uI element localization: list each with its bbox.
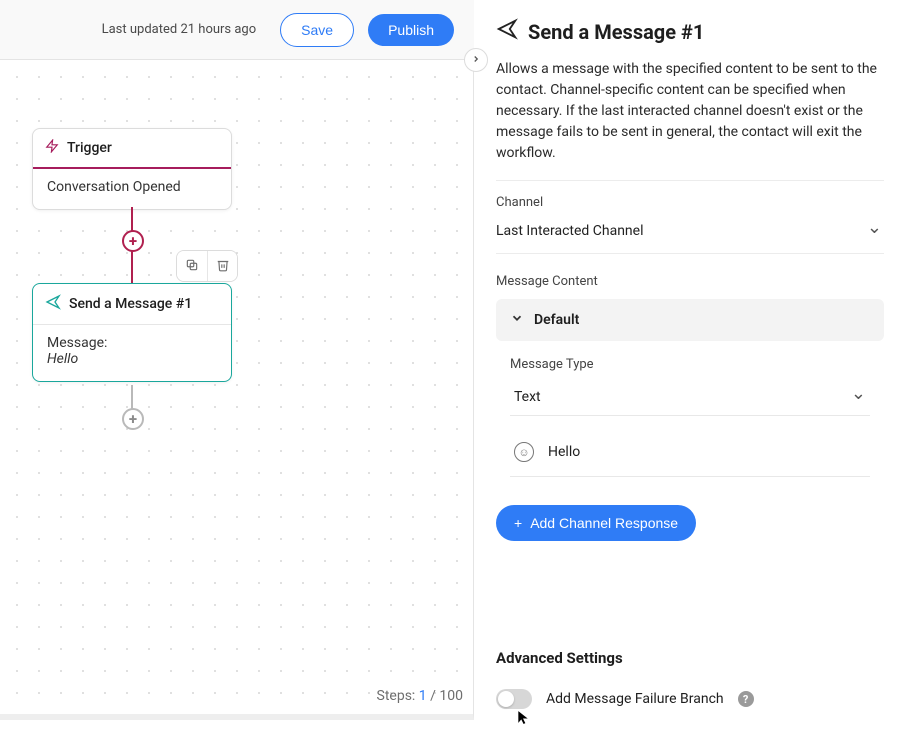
message-preview-text: Hello xyxy=(548,444,580,460)
steps-total: / 100 xyxy=(427,688,463,704)
trigger-title: Trigger xyxy=(67,140,112,156)
divider xyxy=(496,180,884,181)
trigger-node-header: Trigger xyxy=(33,129,231,169)
cursor-icon xyxy=(516,708,530,730)
top-bar: Last updated 21 hours ago Save Publish xyxy=(0,0,474,60)
chevron-down-icon xyxy=(510,311,524,329)
chevron-right-icon xyxy=(471,52,481,68)
message-type-select[interactable]: Text xyxy=(510,378,870,416)
failure-branch-row: Add Message Failure Branch ? xyxy=(496,689,884,709)
plus-icon: + xyxy=(514,515,522,531)
advanced-settings-title: Advanced Settings xyxy=(496,649,884,667)
send-icon xyxy=(45,294,61,314)
send-message-node[interactable]: Send a Message #1 Message: Hello xyxy=(32,283,232,382)
workflow-canvas[interactable]: Trigger Conversation Opened + Send a Mes… xyxy=(0,60,474,720)
message-type-label: Message Type xyxy=(510,357,870,372)
collapse-panel-button[interactable] xyxy=(464,48,488,72)
message-content-label: Message Content xyxy=(496,274,884,289)
steps-prefix: Steps: xyxy=(377,688,419,704)
accordion-label: Default xyxy=(534,312,579,328)
steps-counter: Steps: 1 / 100 xyxy=(377,688,463,704)
chevron-down-icon xyxy=(851,386,866,407)
copy-icon xyxy=(185,258,199,275)
chevron-down-icon xyxy=(867,220,882,241)
node-toolbar xyxy=(176,250,238,282)
failure-branch-label: Add Message Failure Branch xyxy=(546,691,724,707)
panel-title: Send a Message #1 xyxy=(496,18,884,45)
message-config-block: Message Type Text ☺ Hello xyxy=(496,357,884,477)
bolt-icon xyxy=(45,139,59,157)
trigger-body: Conversation Opened xyxy=(33,169,231,209)
failure-branch-toggle[interactable] xyxy=(496,689,532,709)
message-type-value: Text xyxy=(514,389,541,405)
save-button[interactable]: Save xyxy=(280,13,354,47)
add-channel-response-button[interactable]: + Add Channel Response xyxy=(496,505,696,541)
panel-title-text: Send a Message #1 xyxy=(528,20,704,44)
channel-select[interactable]: Last Interacted Channel xyxy=(496,216,884,254)
delete-button[interactable] xyxy=(207,251,237,281)
add-channel-label: Add Channel Response xyxy=(530,515,678,531)
send-node-body: Message: Hello xyxy=(33,325,231,381)
connector-line-2 xyxy=(131,385,133,409)
panel-description: Allows a message with the specified cont… xyxy=(496,59,884,164)
publish-button[interactable]: Publish xyxy=(368,14,454,46)
message-label: Message: xyxy=(47,335,217,351)
trigger-node[interactable]: Trigger Conversation Opened xyxy=(32,128,232,210)
channel-label: Channel xyxy=(496,195,884,210)
add-step-button[interactable]: + xyxy=(122,230,144,252)
duplicate-button[interactable] xyxy=(177,251,207,281)
trash-icon xyxy=(216,258,230,275)
send-icon xyxy=(496,18,518,45)
emoji-icon[interactable]: ☺ xyxy=(514,442,534,462)
send-node-title: Send a Message #1 xyxy=(69,296,192,312)
default-accordion[interactable]: Default xyxy=(496,299,884,341)
channel-value: Last Interacted Channel xyxy=(496,223,644,239)
message-preview-row[interactable]: ☺ Hello xyxy=(510,434,870,477)
add-step-button-end[interactable]: + xyxy=(122,408,144,430)
help-icon[interactable]: ? xyxy=(738,691,754,707)
send-node-header: Send a Message #1 xyxy=(33,284,231,325)
message-value: Hello xyxy=(47,351,217,367)
side-panel: Send a Message #1 Allows a message with … xyxy=(474,0,904,720)
steps-current: 1 xyxy=(419,688,427,704)
last-updated-text: Last updated 21 hours ago xyxy=(102,22,257,37)
